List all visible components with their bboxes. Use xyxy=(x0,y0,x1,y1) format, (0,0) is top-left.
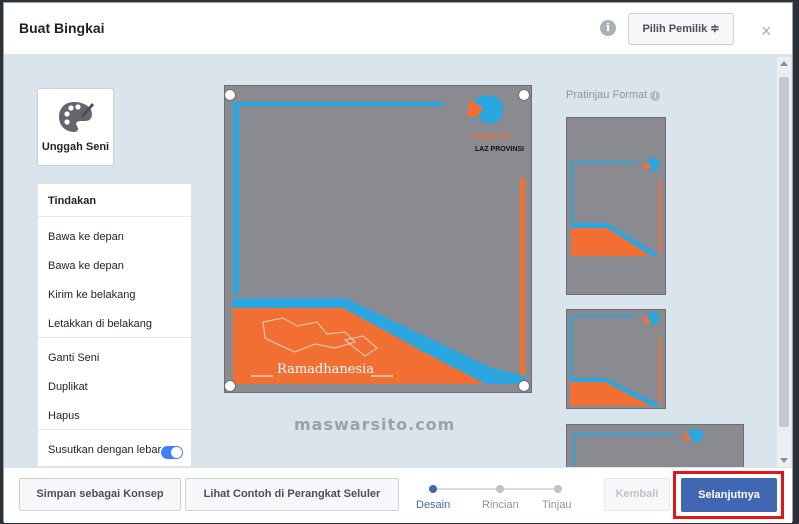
actions-panel: Tindakan Bawa ke depan Bawa ke depan Kir… xyxy=(37,183,192,467)
resize-handle-bottom-left[interactable] xyxy=(224,380,236,392)
preview-landscape-art xyxy=(573,429,704,467)
step-dot-details xyxy=(496,485,504,493)
upload-art-label: Unggah Seni xyxy=(41,141,110,153)
scrollbar-thumb[interactable] xyxy=(779,77,789,427)
step-dot-review xyxy=(554,485,562,493)
dialog-header: Buat Bingkai i Pilih Pemilik ≑ × xyxy=(4,3,792,55)
shrink-to-width-toggle[interactable] xyxy=(161,446,183,459)
actions-title: Tindakan xyxy=(38,184,191,217)
preview-square-art xyxy=(570,312,663,406)
frame-canvas[interactable]: solopeduli LAZ PROVINSI Ramadhanesia xyxy=(224,85,532,393)
bring-to-front-action[interactable]: Bawa ke depan xyxy=(38,246,191,275)
step-label-details[interactable]: Rincian xyxy=(482,499,519,511)
watermark-text: maswarsito.com xyxy=(294,415,456,434)
scroll-up-arrow-icon[interactable] xyxy=(780,61,788,66)
create-frame-dialog: Buat Bingkai i Pilih Pemilik ≑ × Unggah … xyxy=(3,2,793,523)
preview-portrait-art xyxy=(571,158,661,256)
preview-landscape[interactable] xyxy=(566,424,744,468)
delete-action[interactable]: Hapus xyxy=(38,396,191,425)
upload-art-button[interactable]: Unggah Seni xyxy=(37,88,114,166)
send-backward-action[interactable]: Kirim ke belakang xyxy=(38,275,191,304)
preview-format-title: Pratinjau Format i xyxy=(566,89,661,101)
view-mobile-preview-button[interactable]: Lihat Contoh di Perangkat Seluler xyxy=(185,478,399,511)
scroll-down-arrow-icon[interactable] xyxy=(780,458,788,463)
resize-handle-top-right[interactable] xyxy=(518,89,530,101)
progress-steps: Desain Rincian Tinjau xyxy=(416,480,576,514)
replace-art-action[interactable]: Ganti Seni xyxy=(38,338,191,367)
preview-square[interactable] xyxy=(566,309,666,409)
step-label-design[interactable]: Desain xyxy=(416,499,450,511)
preview-portrait[interactable] xyxy=(566,117,666,295)
preview-format-label: Pratinjau Format xyxy=(566,89,648,101)
bring-forward-action[interactable]: Bawa ke depan xyxy=(38,217,191,246)
palette-icon xyxy=(59,102,94,132)
frame-banner-text: Ramadhanesia xyxy=(277,362,375,377)
back-button[interactable]: Kembali xyxy=(604,478,670,511)
frame-logo-text: solopeduli xyxy=(470,131,511,141)
save-as-draft-button[interactable]: Simpan sebagai Konsep xyxy=(19,478,181,511)
dialog-footer: Simpan sebagai Konsep Lihat Contoh di Pe… xyxy=(4,467,792,523)
next-button[interactable]: Selanjutnya xyxy=(681,478,777,512)
info-icon[interactable]: i xyxy=(600,20,616,36)
send-to-back-action[interactable]: Letakkan di belakang xyxy=(38,304,191,333)
resize-handle-bottom-right[interactable] xyxy=(518,380,530,392)
resize-handle-top-left[interactable] xyxy=(224,89,236,101)
scrollbar[interactable] xyxy=(777,57,791,467)
dialog-title: Buat Bingkai xyxy=(19,20,105,36)
duplicate-action[interactable]: Duplikat xyxy=(38,367,191,396)
step-dot-design xyxy=(429,485,437,493)
frame-logo-subtext: LAZ PROVINSI xyxy=(475,146,525,153)
close-icon[interactable]: × xyxy=(761,21,772,42)
step-label-review[interactable]: Tinjau xyxy=(542,499,572,511)
choose-owner-button[interactable]: Pilih Pemilik ≑ xyxy=(628,13,734,45)
info-icon[interactable]: i xyxy=(650,91,661,101)
